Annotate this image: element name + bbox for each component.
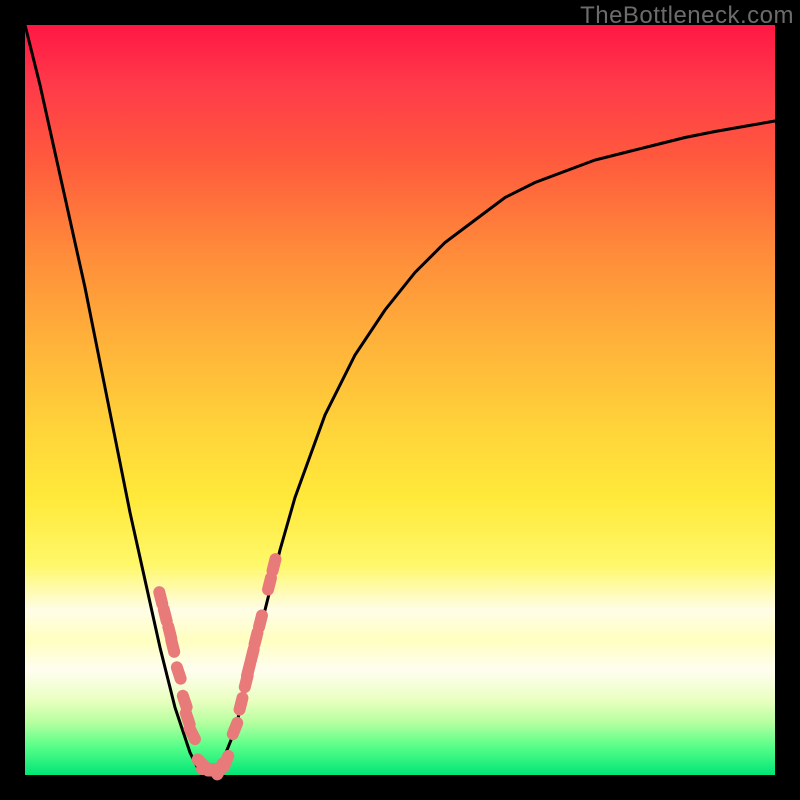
watermark-label: TheBottleneck.com — [580, 2, 794, 30]
chart-container: TheBottleneck.com — [0, 0, 800, 800]
plot-gradient-area — [25, 25, 775, 775]
